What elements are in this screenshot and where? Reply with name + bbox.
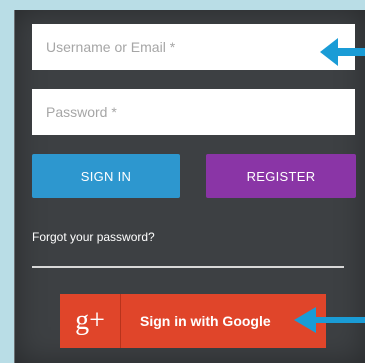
forgot-password-link[interactable]: Forgot your password?: [32, 230, 155, 244]
google-sign-in-label: Sign in with Google: [140, 313, 271, 329]
password-field[interactable]: [32, 89, 355, 135]
username-email-field[interactable]: [32, 24, 355, 70]
divider: [32, 266, 344, 268]
register-button[interactable]: REGISTER: [206, 154, 356, 198]
sign-in-with-google-button[interactable]: g+ Sign in with Google: [60, 294, 326, 348]
google-plus-icon: g+: [60, 294, 121, 348]
arrow-left-icon: [320, 38, 365, 66]
sign-in-button[interactable]: SIGN IN: [32, 154, 180, 198]
arrow-left-icon: [294, 307, 365, 333]
page: SIGN IN REGISTER Forgot your password? g…: [0, 0, 365, 363]
